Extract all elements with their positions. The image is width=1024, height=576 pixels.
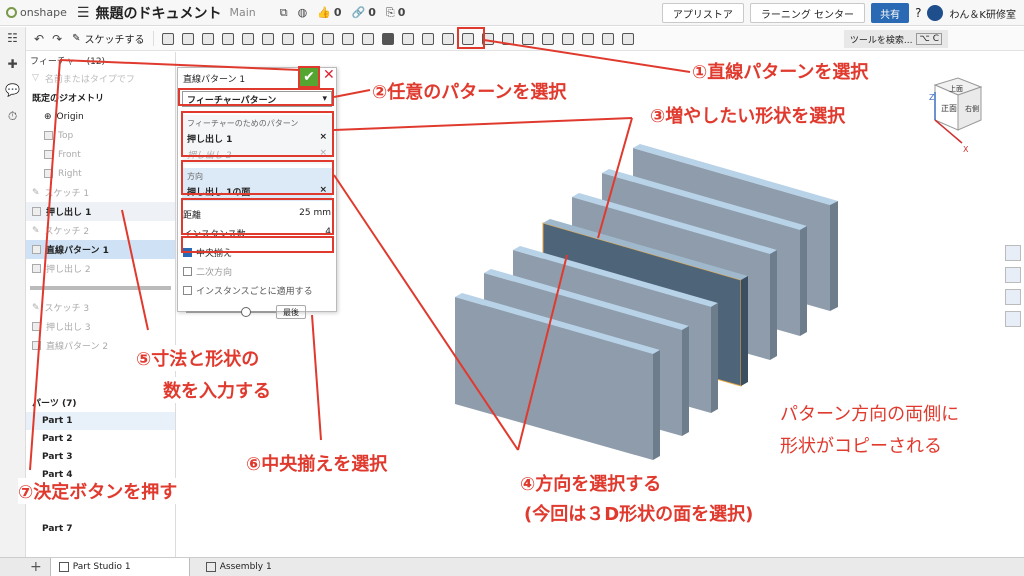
view-cube-right-label[interactable]: 右側 xyxy=(965,104,979,113)
tab-label: Assembly 1 xyxy=(219,562,272,572)
annotation-note-line2: 形状がコピーされる xyxy=(780,436,942,457)
axis-x-label: X xyxy=(963,145,969,154)
annotation-step-7: ⑦決定ボタンを押す xyxy=(18,478,178,504)
tab-assembly[interactable]: Assembly 1 xyxy=(198,558,338,576)
annotation-step-2: ②任意のパターンを選択 xyxy=(372,82,567,103)
view-cube-top-label[interactable]: 上面 xyxy=(949,84,963,93)
axis-z-label: Z xyxy=(929,93,935,102)
tab-part-studio[interactable]: Part Studio 1 xyxy=(49,557,190,576)
assembly-icon xyxy=(205,562,216,572)
annotation-step-4: ④方向を選択する xyxy=(520,474,662,495)
annotation-step-6: ⑥中央揃えを選択 xyxy=(246,454,388,475)
annotation-step-5-line1: ⑤寸法と形状の xyxy=(136,345,260,371)
view-cube-front-label[interactable]: 正面 xyxy=(941,104,957,113)
add-tab-icon[interactable]: + xyxy=(30,559,42,575)
annotation-step-4-note: (今回は３D形状の面を選択) xyxy=(524,504,754,525)
annotation-step-3: ③増やしたい形状を選択 xyxy=(650,106,846,127)
mass-properties-icon[interactable] xyxy=(1005,289,1021,305)
appearance-icon[interactable] xyxy=(1005,245,1021,261)
annotation-step-5-line2: 数を入力する xyxy=(163,377,271,403)
part-studio-icon xyxy=(58,562,69,572)
display-states-icon[interactable] xyxy=(1005,267,1021,283)
annotation-step-1: ①直線パターンを選択 xyxy=(692,62,869,83)
tab-label: Part Studio 1 xyxy=(72,562,131,572)
measure-icon[interactable] xyxy=(1005,311,1021,327)
bottom-tab-bar: + Part Studio 1 Assembly 1 xyxy=(0,557,1024,576)
annotation-note-line1: パターン方向の両側に xyxy=(780,404,960,425)
right-tool-rail xyxy=(1002,245,1024,327)
